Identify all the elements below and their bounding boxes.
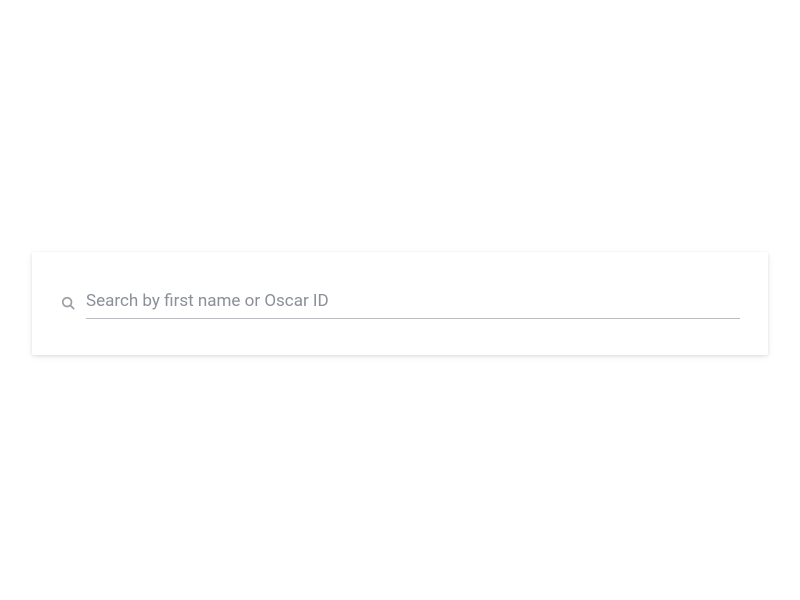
search-icon <box>60 295 76 311</box>
search-card <box>32 252 768 355</box>
search-input-wrapper <box>86 288 740 319</box>
search-input[interactable] <box>86 288 740 319</box>
